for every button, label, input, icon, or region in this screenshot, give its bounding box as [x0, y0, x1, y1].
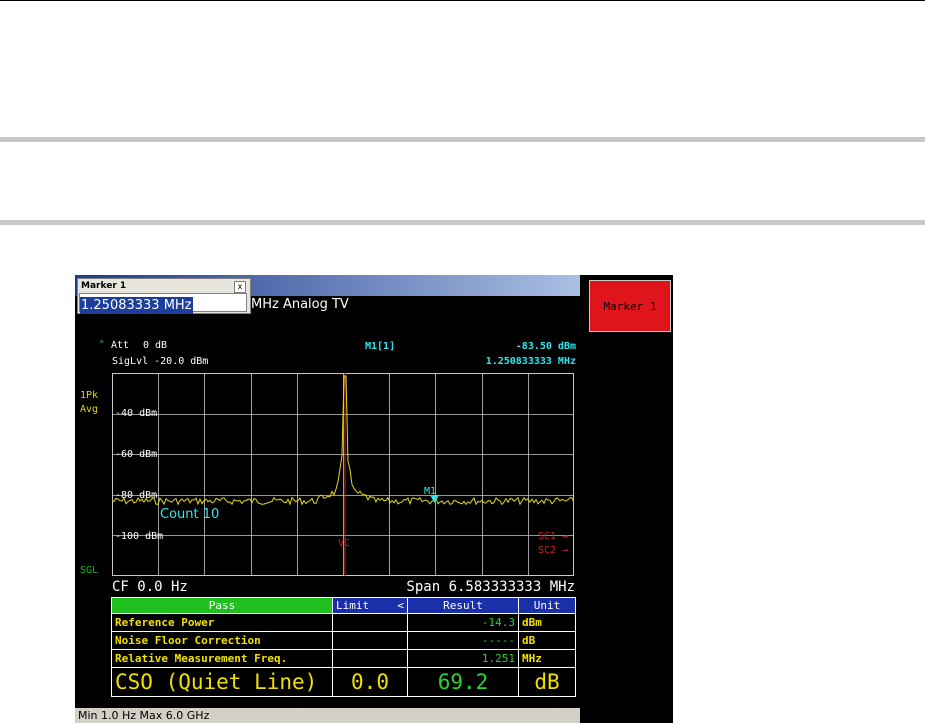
main-result-name: CSO (Quiet Line) [111, 667, 333, 697]
separator-bar-2 [0, 220, 925, 225]
marker-m1-label: M1 [424, 486, 436, 497]
row-unit: MHz [518, 649, 576, 668]
close-icon[interactable]: x [234, 281, 246, 293]
settings-indicator-icon: * [99, 339, 105, 349]
row-limit [332, 631, 408, 650]
header-less-than: < [397, 599, 404, 612]
marker-readout-level: -83.50 dBm [515, 341, 576, 352]
sweep-mode-sgl: SGL [80, 565, 99, 576]
results-table: Pass Limit < Result Unit Reference Power… [111, 597, 576, 697]
row-unit: dBm [518, 613, 576, 632]
header-limit: Limit [336, 599, 370, 612]
spectrum-plot: -40 dBm -60 dBm -80 dBm -100 dBm Count 1… [112, 373, 574, 576]
row-limit [332, 613, 408, 632]
average-count-label: Count 10 [160, 507, 219, 522]
y-tick-label-40: -40 dBm [115, 408, 157, 419]
main-result-row: CSO (Quiet Line) 0.0 69.2 dB [111, 667, 576, 697]
row-result: ----- [407, 631, 519, 650]
header-unit: Unit [518, 597, 576, 614]
top-rule [0, 0, 925, 1]
header-limit-group: Limit < [332, 597, 408, 614]
main-result-value: 69.2 [407, 667, 519, 697]
marker-dialog-title: Marker 1 [81, 281, 127, 291]
marker-readout-name: M1[1] [365, 341, 396, 352]
status-bar: Min 1.0 Hz Max 6.0 GHz [75, 708, 580, 723]
separator-bar-1 [0, 137, 925, 142]
marker-1-dialog: Marker 1 x 1.25083333 MHz [77, 278, 251, 314]
center-frequency: CF 0.0 Hz [112, 579, 188, 595]
table-row: Reference Power -14.3 dBm [111, 613, 576, 632]
sc1-label: SC1 → [538, 531, 568, 542]
row-unit: dB [518, 631, 576, 650]
trace-mode-avg: Avg [80, 404, 99, 415]
att-value: 0 dB [143, 340, 168, 351]
row-result: 1.251 [407, 649, 519, 668]
main-result-unit: dB [518, 667, 576, 697]
marker-readout-frequency: 1.250833333 MHz [485, 356, 576, 367]
signal-level: SigLvl -20.0 dBm [112, 356, 209, 367]
y-tick-label-100: -100 dBm [115, 531, 163, 542]
row-result: -14.3 [407, 613, 519, 632]
vc-label: VC [338, 538, 350, 549]
table-row: Noise Floor Correction ----- dB [111, 631, 576, 650]
trace-mode-1pk: 1Pk [80, 390, 99, 401]
row-name: Noise Floor Correction [111, 631, 333, 650]
header-result: Result [407, 597, 519, 614]
marker-frequency-value: 1.25083333 MHz [80, 297, 193, 314]
span: Span 6.583333333 MHz [406, 579, 575, 595]
table-row: Relative Measurement Freq. 1.251 MHz [111, 649, 576, 668]
analyzer-screen: MHz Analog TV Marker 1 x 1.25083333 MHz … [75, 275, 673, 723]
marker-frequency-input[interactable]: 1.25083333 MHz [79, 293, 247, 314]
row-name: Reference Power [111, 613, 333, 632]
main-result-limit: 0.0 [332, 667, 408, 697]
y-tick-label-60: -60 dBm [115, 449, 157, 460]
sc2-label: SC2 → [538, 545, 568, 556]
header-pass: Pass [111, 597, 333, 614]
row-limit [332, 649, 408, 668]
results-header-row: Pass Limit < Result Unit [111, 597, 576, 614]
window-title: MHz Analog TV [251, 297, 349, 312]
row-name: Relative Measurement Freq. [111, 649, 333, 668]
marker-1-softkey[interactable]: Marker 1 [589, 280, 671, 332]
y-tick-label-80: -80 dBm [115, 490, 157, 501]
att-label: Att [111, 340, 130, 351]
